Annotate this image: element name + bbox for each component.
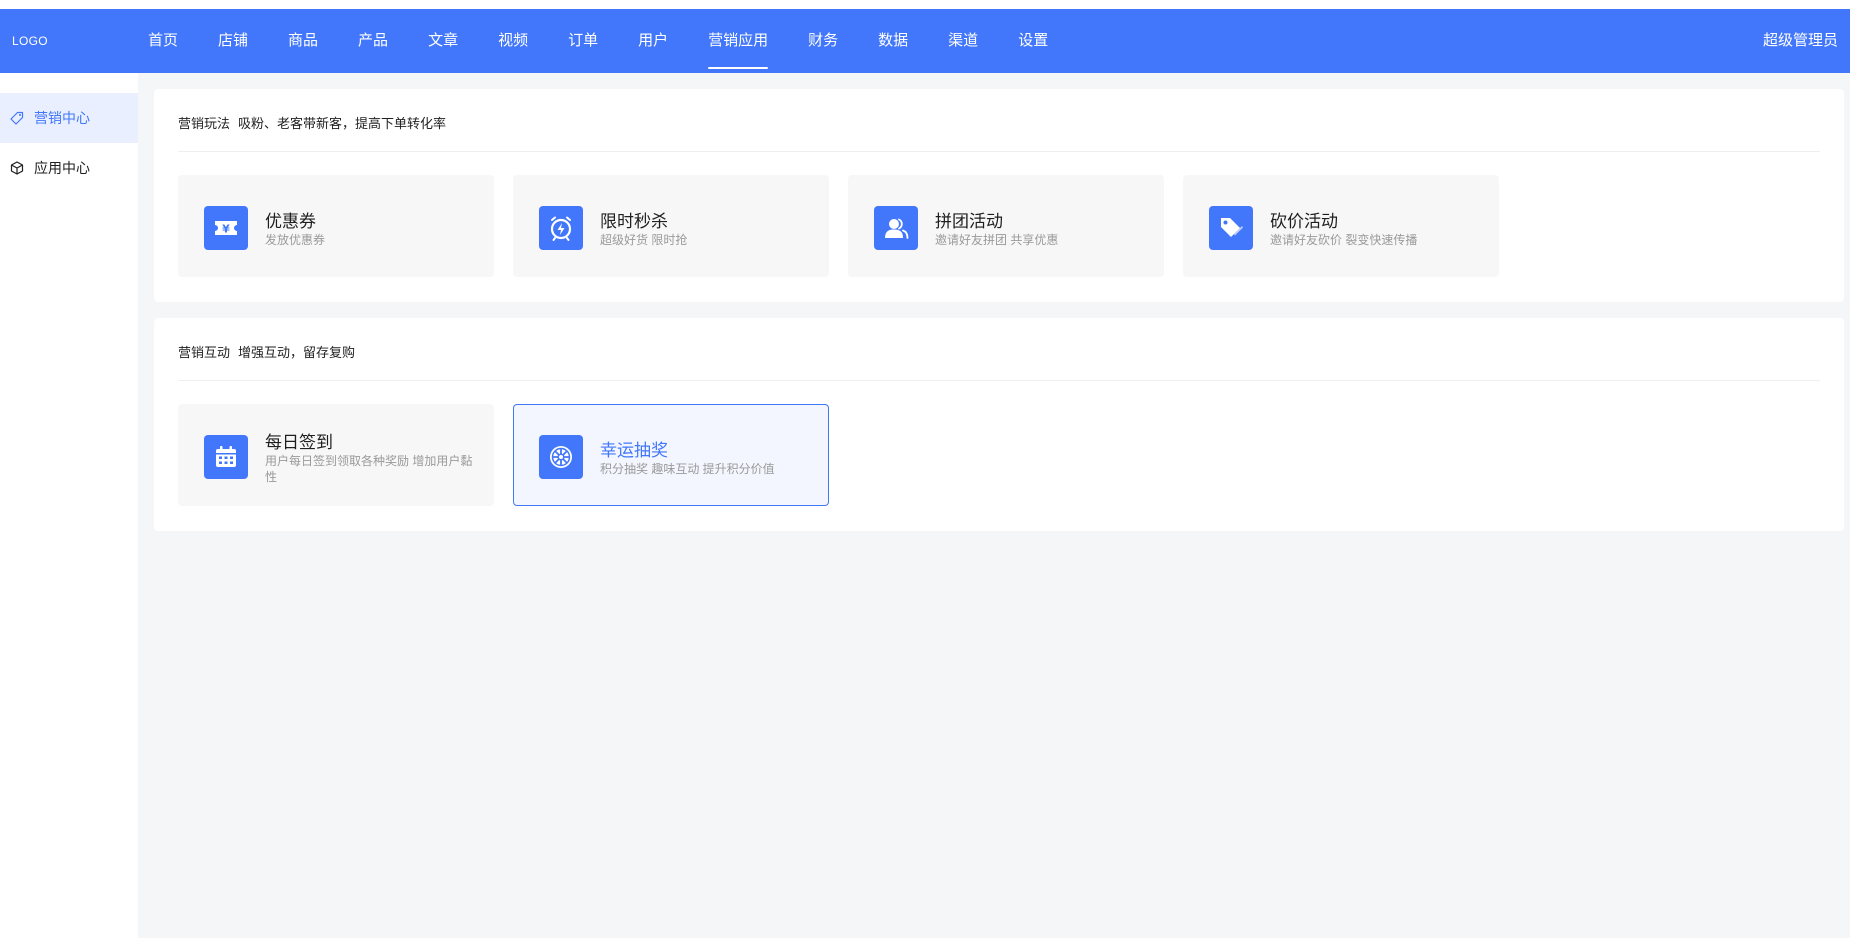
group-users-icon — [874, 206, 918, 250]
card-title: 幸运抽奖 — [600, 441, 668, 460]
tag-icon — [10, 111, 24, 125]
alarm-clock-icon — [539, 206, 583, 250]
nav-item-channels[interactable]: 渠道 — [948, 9, 978, 73]
card-description: 邀请好友砍价 裂变快速传播 — [1270, 233, 1418, 247]
section-header: 营销互动 增强互动，留存复购 — [178, 342, 355, 361]
card-bargain[interactable]: 砍价活动 邀请好友砍价 裂变快速传播 — [1183, 175, 1499, 277]
price-tag-icon — [1209, 206, 1253, 250]
divider — [178, 380, 1820, 381]
lottery-wheel-icon — [539, 435, 583, 479]
coupon-icon: ¥ — [204, 206, 248, 250]
nav-item-home[interactable]: 首页 — [148, 9, 178, 73]
section-title: 营销互动 — [178, 345, 231, 360]
card-description: 超级好货 限时抢 — [600, 233, 688, 247]
nav-item-products[interactable]: 产品 — [358, 9, 388, 73]
main-nav: 首页 店铺 商品 产品 文章 视频 订单 用户 营销应用 财务 数据 渠道 设置 — [148, 9, 1088, 73]
card-title: 拼团活动 — [935, 212, 1003, 231]
section-subtitle: 吸粉、老客带新客，提高下单转化率 — [238, 116, 447, 131]
section-header: 营销玩法 吸粉、老客带新客，提高下单转化率 — [178, 113, 446, 132]
nav-item-articles[interactable]: 文章 — [428, 9, 458, 73]
section-title: 营销玩法 — [178, 116, 231, 131]
nav-item-data[interactable]: 数据 — [878, 9, 908, 73]
user-menu[interactable]: 超级管理员 — [1763, 9, 1838, 73]
sidebar-item-label: 应用中心 — [34, 160, 90, 176]
main-content: 营销玩法 吸粉、老客带新客，提高下单转化率 ¥ 优惠券 发放优惠券 限时秒杀 超级… — [138, 73, 1850, 938]
card-flash-sale[interactable]: 限时秒杀 超级好货 限时抢 — [513, 175, 829, 277]
card-description: 用户每日签到领取各种奖励 增加用户黏性 — [265, 454, 473, 484]
card-group-buy[interactable]: 拼团活动 邀请好友拼团 共享优惠 — [848, 175, 1164, 277]
calendar-icon — [204, 435, 248, 479]
nav-item-finance[interactable]: 财务 — [808, 9, 838, 73]
card-description: 发放优惠券 — [265, 233, 326, 247]
card-lucky-draw[interactable]: 幸运抽奖 积分抽奖 趣味互动 提升积分价值 — [513, 404, 829, 506]
card-title: 限时秒杀 — [600, 212, 668, 231]
sidebar-item-marketing-center[interactable]: 营销中心 — [0, 93, 138, 143]
cube-icon — [10, 161, 24, 175]
sidebar-item-app-center[interactable]: 应用中心 — [0, 143, 138, 193]
card-description: 邀请好友拼团 共享优惠 — [935, 233, 1059, 247]
nav-item-users[interactable]: 用户 — [638, 9, 668, 73]
sidebar: 营销中心 应用中心 — [0, 73, 138, 938]
card-title: 优惠券 — [265, 212, 316, 231]
section-subtitle: 增强互动，留存复购 — [238, 345, 356, 360]
card-title: 每日签到 — [265, 433, 333, 452]
nav-item-store[interactable]: 店铺 — [218, 9, 248, 73]
card-description: 积分抽奖 趣味互动 提升积分价值 — [600, 462, 775, 476]
nav-item-settings[interactable]: 设置 — [1018, 9, 1048, 73]
top-navbar: LOGO 首页 店铺 商品 产品 文章 视频 订单 用户 营销应用 财务 数据 … — [0, 9, 1850, 73]
logo[interactable]: LOGO — [12, 9, 48, 73]
divider — [178, 151, 1820, 152]
section-marketing-play: 营销玩法 吸粉、老客带新客，提高下单转化率 ¥ 优惠券 发放优惠券 限时秒杀 超级… — [154, 89, 1844, 302]
svg-text:¥: ¥ — [222, 223, 230, 236]
card-title: 砍价活动 — [1270, 212, 1338, 231]
card-daily-checkin[interactable]: 每日签到 用户每日签到领取各种奖励 增加用户黏性 — [178, 404, 494, 506]
nav-item-goods[interactable]: 商品 — [288, 9, 318, 73]
card-coupon[interactable]: ¥ 优惠券 发放优惠券 — [178, 175, 494, 277]
sidebar-item-label: 营销中心 — [34, 110, 90, 126]
nav-item-orders[interactable]: 订单 — [568, 9, 598, 73]
nav-item-marketing[interactable]: 营销应用 — [708, 9, 769, 73]
nav-item-videos[interactable]: 视频 — [498, 9, 528, 73]
section-marketing-interaction: 营销互动 增强互动，留存复购 每日签到 用户每日签到领取各种奖励 增加用户黏性 幸… — [154, 318, 1844, 531]
